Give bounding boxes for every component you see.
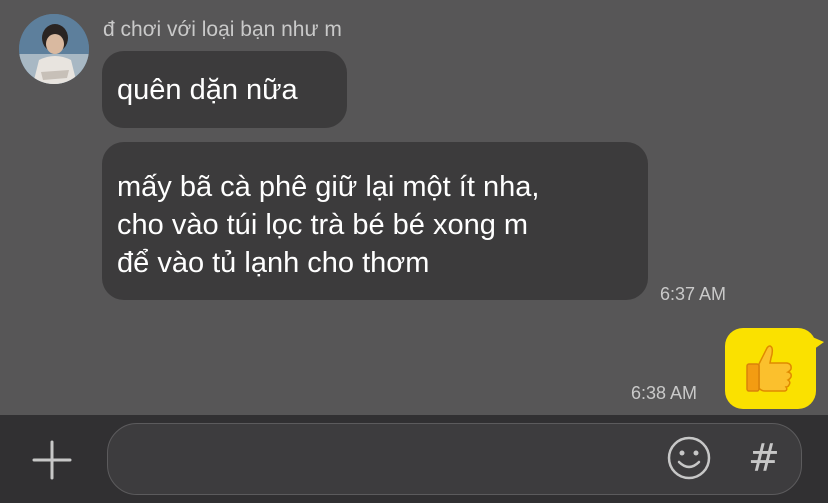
bubble-tail [810, 336, 824, 352]
plus-icon[interactable] [30, 438, 74, 482]
hashtag-button[interactable]: # [748, 434, 780, 482]
message-bubble[interactable]: mấy bã cà phê giữ lại một ít nha, cho và… [102, 142, 648, 300]
sender-avatar[interactable] [19, 14, 89, 84]
message-bubble[interactable]: quên dặn nữa [102, 51, 347, 128]
message-timestamp: 6:38 AM [631, 383, 698, 403]
thumbs-up-icon [746, 345, 792, 392]
sender-name: đ chơi với loại bạn như m [103, 18, 342, 41]
message-text-line: để vào tủ lạnh cho thơm [117, 247, 430, 279]
message-text: quên dặn nữa [117, 74, 298, 106]
smiley-icon[interactable] [666, 435, 712, 481]
message-text-line: mấy bã cà phê giữ lại một ít nha, [117, 171, 540, 203]
thumbs-up-bubble[interactable] [725, 328, 824, 409]
message-timestamp: 6:37 AM [660, 284, 727, 304]
message-text-line: cho vào túi lọc trà bé bé xong m [117, 209, 529, 241]
